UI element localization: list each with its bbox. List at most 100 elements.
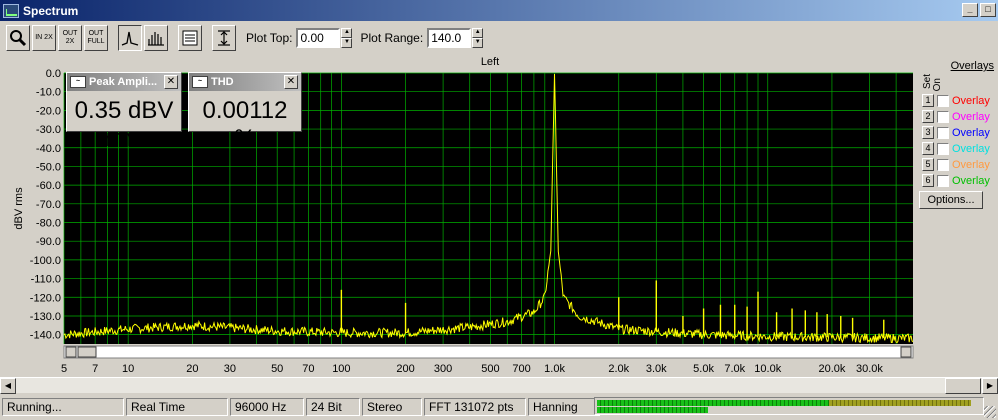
level-bar-peak: [828, 400, 972, 406]
plot-range-spinner[interactable]: ▲ ▼: [472, 28, 484, 48]
horizontal-scrollbar[interactable]: ◀ ▶: [0, 377, 998, 394]
close-icon[interactable]: ✕: [164, 75, 178, 89]
y-tick-label: -110.0: [31, 274, 61, 286]
line-mode-button[interactable]: [118, 25, 142, 51]
bar-spectrum-icon: [148, 32, 164, 46]
overlay-row: 2 Overlay: [922, 110, 990, 123]
plot-top-input[interactable]: 0.00: [296, 28, 341, 48]
x-tick-label: 10.0k: [754, 363, 781, 375]
x-tick-label: 30.0k: [856, 363, 883, 375]
x-tick-label: 200: [396, 363, 414, 375]
on-header: On: [932, 78, 943, 92]
spectrum-app-icon: [3, 3, 19, 18]
scroll-thumb[interactable]: [945, 378, 981, 394]
overlay-label: Overlay: [952, 142, 990, 155]
zoom-out-2x-button[interactable]: OUT 2X: [58, 25, 82, 51]
resize-grip-icon[interactable]: [984, 406, 996, 418]
x-tick-label: 5: [61, 363, 67, 375]
zoom-button[interactable]: [6, 25, 30, 51]
y-tick-label: -80.0: [36, 218, 61, 230]
y-tick-label: -50.0: [36, 161, 61, 173]
overlay-label: Overlay: [952, 158, 990, 171]
vertical-range-icon: [218, 30, 230, 46]
scroll-left-icon[interactable]: ◀: [0, 378, 16, 394]
peak-amplitude-meter[interactable]: ~ Peak Ampli... ✕ 0.35 dBV rms: [66, 72, 182, 152]
y-tick-label: -70.0: [36, 199, 61, 211]
settings-button[interactable]: [178, 25, 202, 51]
plot-scroll-thumb: [77, 346, 97, 358]
toolbar: IN 2X OUT 2X OUT FULL Plot Top: 0.00 ▲ ▼ …: [0, 22, 998, 54]
plot-top-spinner[interactable]: ▲ ▼: [341, 28, 353, 48]
plot-scroll-left-icon: [65, 346, 77, 358]
overlay-set-button[interactable]: 4: [922, 142, 934, 155]
y-tick-label: -30.0: [36, 124, 61, 136]
overlay-label: Overlay: [952, 110, 990, 123]
spin-up-icon[interactable]: ▲: [472, 28, 484, 38]
title-bar: Spectrum _ □: [0, 0, 998, 21]
x-tick-label: 1.0k: [544, 363, 565, 375]
status-state: Running...: [2, 398, 124, 416]
overlay-set-button[interactable]: 3: [922, 126, 934, 139]
scroll-right-icon[interactable]: ▶: [982, 378, 998, 394]
spin-up-icon[interactable]: ▲: [341, 28, 353, 38]
x-tick-label: 300: [434, 363, 452, 375]
overlay-checkbox[interactable]: [937, 158, 949, 171]
y-tick-label: -120.0: [30, 292, 61, 304]
window-title: Spectrum: [23, 3, 79, 18]
plot-range-input[interactable]: 140.0: [427, 28, 472, 48]
overlay-checkbox[interactable]: [937, 110, 949, 123]
overlay-checkbox[interactable]: [937, 126, 949, 139]
autoscale-button[interactable]: [212, 25, 236, 51]
overlay-label: Overlay: [952, 94, 990, 107]
overlay-set-button[interactable]: 6: [922, 174, 934, 187]
status-fft: FFT 131072 pts: [424, 398, 526, 416]
meter-title: THD: [211, 76, 234, 88]
status-window: Hanning: [528, 398, 600, 416]
level-bar-right: [597, 407, 709, 413]
plot-range-label: Plot Range:: [360, 31, 424, 45]
magnifier-icon: [10, 30, 27, 47]
overlay-label: Overlay: [952, 126, 990, 139]
meter-icon: ~: [192, 76, 208, 88]
zoom-out-full-button[interactable]: OUT FULL: [84, 25, 108, 51]
plot-scroll-right-icon: [900, 346, 912, 358]
thd-meter[interactable]: ~ THD ✕ 0.00112 %: [188, 72, 302, 152]
overlays-title[interactable]: Overlays: [951, 60, 994, 72]
overlay-set-button[interactable]: 1: [922, 94, 934, 107]
x-tick-label: 2.0k: [608, 363, 629, 375]
status-bits: 24 Bit: [306, 398, 360, 416]
x-tick-label: 10: [122, 363, 134, 375]
x-tick-label: 100: [332, 363, 350, 375]
overlay-row: 1 Overlay: [922, 94, 990, 107]
y-tick-label: -140.0: [30, 330, 61, 342]
y-tick-label: 0.0: [46, 68, 61, 80]
overlay-checkbox[interactable]: [937, 94, 949, 107]
x-tick-label: 7.0k: [724, 363, 745, 375]
x-tick-label: 500: [481, 363, 499, 375]
y-tick-label: -40.0: [36, 143, 61, 155]
meter-value: 0.35 dBV rms: [74, 97, 174, 152]
overlay-checkbox[interactable]: [937, 174, 949, 187]
overlay-row: 5 Overlay: [922, 158, 990, 171]
status-channels: Stereo: [362, 398, 422, 416]
overlay-checkbox[interactable]: [937, 142, 949, 155]
overlay-set-button[interactable]: 2: [922, 110, 934, 123]
y-tick-label: -20.0: [36, 105, 61, 117]
bar-mode-button[interactable]: [144, 25, 168, 51]
zoom-in-2x-button[interactable]: IN 2X: [32, 25, 56, 51]
overlay-label: Overlay: [952, 174, 990, 187]
spin-down-icon[interactable]: ▼: [472, 38, 484, 48]
spin-down-icon[interactable]: ▼: [341, 38, 353, 48]
overlay-set-button[interactable]: 5: [922, 158, 934, 171]
close-icon[interactable]: ✕: [284, 75, 298, 89]
y-tick-label: -10.0: [36, 87, 61, 99]
x-tick-label: 30: [224, 363, 236, 375]
options-button[interactable]: Options...: [919, 191, 983, 209]
zoom-out-icon: OUT 2X: [62, 30, 78, 45]
y-tick-label: -60.0: [36, 180, 61, 192]
x-tick-label: 700: [512, 363, 530, 375]
overlay-row: 3 Overlay: [922, 126, 990, 139]
maximize-button[interactable]: □: [980, 3, 996, 17]
minimize-button[interactable]: _: [962, 3, 978, 17]
plot-scrollbar: [63, 345, 914, 359]
